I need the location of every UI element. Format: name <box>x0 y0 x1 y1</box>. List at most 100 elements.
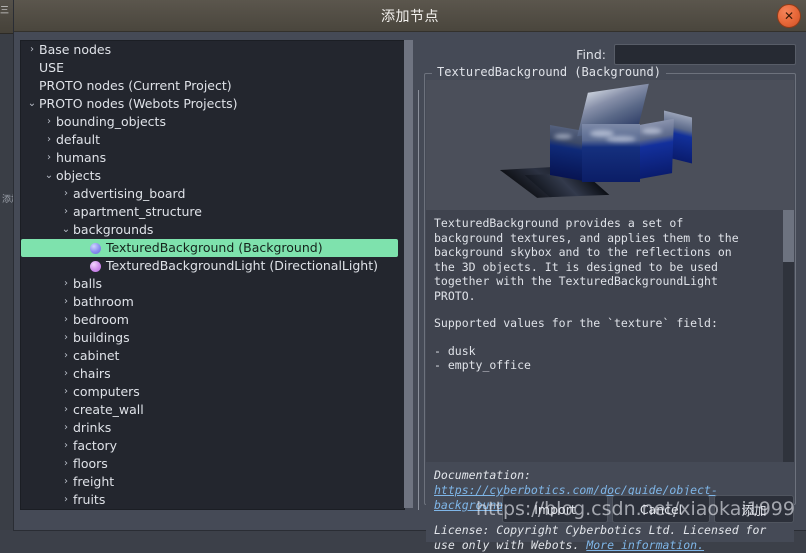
documentation-label: Documentation: <box>434 468 531 482</box>
chevron-right-icon[interactable]: › <box>59 185 73 203</box>
tree-item-label: humans <box>56 150 107 165</box>
tree-item-bedroom[interactable]: › bedroom <box>21 311 404 329</box>
find-row: Find: <box>576 44 796 65</box>
node-tree-list[interactable]: › Base nodes USE PROTO nodes (Current Proje… <box>21 41 404 509</box>
background-node-icon <box>90 242 101 254</box>
supported-values-heading: Supported values for the `texture` field… <box>434 316 718 330</box>
cloud-shape <box>606 136 636 142</box>
cloud-shape <box>642 128 662 134</box>
chevron-down-icon[interactable]: ⌄ <box>59 221 73 239</box>
tree-item-label: buildings <box>73 330 130 345</box>
tree-item-buildings[interactable]: › buildings <box>21 329 404 347</box>
tree-item-freight[interactable]: › freight <box>21 473 404 491</box>
import-button[interactable]: Import <box>502 495 608 523</box>
tree-item-label: USE <box>39 60 64 75</box>
tree-item-advertising-board[interactable]: › advertising_board <box>21 185 404 203</box>
tree-item-cabinet[interactable]: › cabinet <box>21 347 404 365</box>
tree-item-label: bedroom <box>73 312 129 327</box>
tree-item-drinks[interactable]: › drinks <box>21 419 404 437</box>
tree-item-label: computers <box>73 384 140 399</box>
chevron-right-icon[interactable]: › <box>59 401 73 419</box>
tree-item-label: default <box>56 132 100 147</box>
chevron-right-icon[interactable]: › <box>59 473 73 491</box>
tree-item-bathroom[interactable]: › bathroom <box>21 293 404 311</box>
cancel-button[interactable]: Cancel <box>612 495 710 523</box>
tree-item-label: balls <box>73 276 103 291</box>
chevron-right-icon[interactable]: › <box>59 311 73 329</box>
chevron-right-icon[interactable]: › <box>42 149 56 167</box>
tree-item-proto-nodes-webots-projects[interactable]: ⌄ PROTO nodes (Webots Projects) <box>21 95 404 113</box>
tree-item-label: TexturedBackgroundLight (DirectionalLigh… <box>106 258 378 273</box>
license-line: License: Copyright Cyberbotics Ltd. Lice… <box>434 523 786 553</box>
tree-item-label: TexturedBackground (Background) <box>106 240 323 255</box>
chevron-right-icon[interactable]: › <box>59 419 73 437</box>
close-icon[interactable]: ✕ <box>777 4 801 28</box>
tree-item-proto-nodes-current-project[interactable]: PROTO nodes (Current Project) <box>21 77 404 95</box>
tree-item-label: PROTO nodes (Current Project) <box>39 78 232 93</box>
tree-item-use[interactable]: USE <box>21 59 404 77</box>
node-tree-panel[interactable]: › Base nodes USE PROTO nodes (Current Proje… <box>20 40 405 510</box>
tree-item-floors[interactable]: › floors <box>21 455 404 473</box>
search-input[interactable] <box>614 44 796 65</box>
tree-item-balls[interactable]: › balls <box>21 275 404 293</box>
supported-values-list: - dusk - empty_office <box>434 343 531 373</box>
tree-item-texturedbackgroundlight-directionallight[interactable]: TexturedBackgroundLight (DirectionalLigh… <box>21 257 404 275</box>
directional-light-node-icon <box>90 260 101 272</box>
tree-item-label: create_wall <box>73 402 144 417</box>
tree-item-factory[interactable]: › factory <box>21 437 404 455</box>
tree-item-label: backgrounds <box>73 222 154 237</box>
chevron-right-icon[interactable]: › <box>25 41 39 59</box>
chevron-down-icon[interactable]: ⌄ <box>42 167 56 185</box>
chevron-right-icon[interactable]: › <box>59 293 73 311</box>
tree-item-label: Base nodes <box>39 42 112 57</box>
node-description-area[interactable]: TexturedBackground provides a set of bac… <box>426 210 794 462</box>
tree-item-base-nodes[interactable]: › Base nodes <box>21 41 404 59</box>
find-label: Find: <box>576 47 606 62</box>
dialog-title: 添加节点 <box>381 8 439 25</box>
dialog-titlebar: 添加节点 ✕ <box>14 0 806 32</box>
tree-item-label: advertising_board <box>73 186 186 201</box>
tree-item-label: drinks <box>73 420 112 435</box>
tree-item-label: apartment_structure <box>73 204 202 219</box>
dialog-footer: Import Cancel 添加 <box>14 495 806 525</box>
description-scrollbar-thumb[interactable] <box>783 210 794 262</box>
chevron-right-icon[interactable]: › <box>59 329 73 347</box>
details-panel: Find: TexturedBackground (Background) Te… <box>418 40 800 552</box>
tree-item-label: factory <box>73 438 118 453</box>
tree-item-create-wall[interactable]: › create_wall <box>21 401 404 419</box>
cloud-shape <box>554 134 572 139</box>
chevron-right-icon[interactable]: › <box>59 437 73 455</box>
chevron-right-icon[interactable]: › <box>42 113 56 131</box>
tree-item-objects[interactable]: ⌄ objects <box>21 167 404 185</box>
skybox-illustration <box>499 83 710 208</box>
chevron-right-icon[interactable]: › <box>59 203 73 221</box>
chevron-right-icon[interactable]: › <box>42 131 56 149</box>
tree-item-chairs[interactable]: › chairs <box>21 365 404 383</box>
chevron-right-icon[interactable]: › <box>59 347 73 365</box>
tree-item-label: cabinet <box>73 348 120 363</box>
node-details-groupbox: TexturedBackground (Background) Textured… <box>424 65 796 552</box>
chevron-right-icon[interactable]: › <box>59 455 73 473</box>
chevron-right-icon[interactable]: › <box>59 383 73 401</box>
chevron-right-icon[interactable]: › <box>59 275 73 293</box>
tree-item-default[interactable]: › default <box>21 131 404 149</box>
tree-item-texturedbackground-background[interactable]: TexturedBackground (Background) <box>21 239 398 257</box>
tree-item-label: chairs <box>73 366 111 381</box>
chevron-right-icon[interactable]: › <box>59 365 73 383</box>
tree-item-apartment-structure[interactable]: › apartment_structure <box>21 203 404 221</box>
node-description-content: TexturedBackground provides a set of bac… <box>426 210 778 386</box>
add-button[interactable]: 添加 <box>714 495 794 523</box>
tree-item-computers[interactable]: › computers <box>21 383 404 401</box>
tree-item-humans[interactable]: › humans <box>21 149 404 167</box>
tree-item-label: bounding_objects <box>56 114 166 129</box>
dialog-body: › Base nodes USE PROTO nodes (Current Proje… <box>14 32 806 552</box>
tree-scrollbar[interactable] <box>404 40 413 508</box>
description-scrollbar[interactable] <box>783 210 794 462</box>
chevron-down-icon[interactable]: ⌄ <box>25 95 39 113</box>
tree-item-backgrounds[interactable]: ⌄ backgrounds <box>21 221 404 239</box>
tree-item-bounding-objects[interactable]: › bounding_objects <box>21 113 404 131</box>
tree-item-label: floors <box>73 456 108 471</box>
tree-item-label: objects <box>56 168 102 183</box>
more-information-link[interactable]: More information. <box>586 538 704 552</box>
tree-item-label: PROTO nodes (Webots Projects) <box>39 96 238 111</box>
